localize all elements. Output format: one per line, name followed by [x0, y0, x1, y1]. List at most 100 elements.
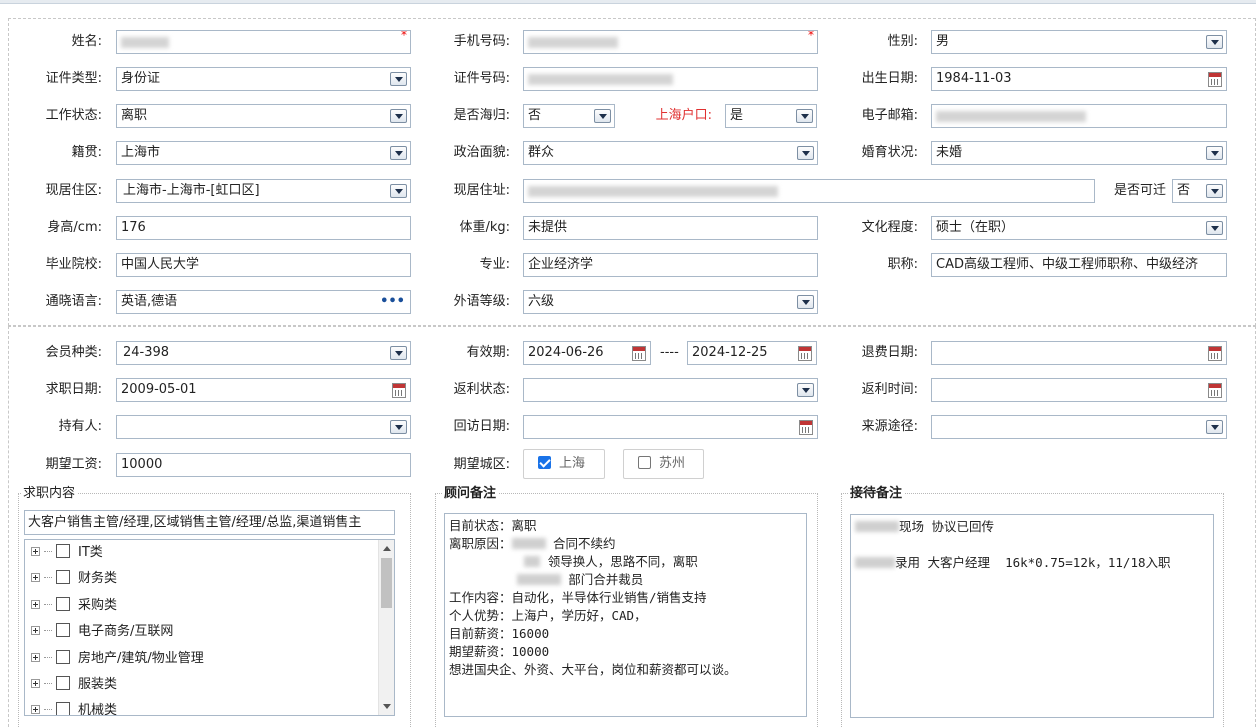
marital-select[interactable]: 未婚 — [931, 141, 1227, 165]
dropdown-arrow-icon[interactable] — [390, 109, 407, 123]
political-select[interactable]: 群众 — [523, 141, 818, 165]
major-input[interactable]: 企业经济学 — [523, 253, 818, 277]
expand-icon[interactable] — [31, 653, 40, 662]
source-select[interactable] — [931, 415, 1227, 439]
rebate-time-input[interactable] — [931, 378, 1227, 402]
id-number-input[interactable] — [523, 67, 818, 91]
checkbox-icon[interactable] — [56, 597, 70, 611]
dropdown-arrow-icon[interactable] — [390, 72, 407, 86]
rebate-status-select[interactable] — [523, 378, 818, 402]
expand-icon[interactable] — [31, 626, 40, 635]
political-label: 政治面貌: — [453, 145, 510, 160]
checkbox-icon[interactable] — [56, 676, 70, 690]
phone-label: 手机号码: — [453, 34, 510, 49]
phone-input[interactable]: * — [523, 30, 818, 54]
city-option-shanghai[interactable]: 上海 — [523, 449, 605, 479]
calendar-icon[interactable] — [392, 383, 406, 398]
note-text: 工作内容：自动化，半导体行业销售/销售支持 — [449, 590, 707, 605]
more-icon[interactable]: ••• — [380, 291, 405, 313]
visit-date-input[interactable] — [523, 415, 818, 439]
marital-label: 婚育状况: — [861, 145, 918, 160]
school-input[interactable]: 中国人民大学 — [116, 253, 411, 277]
address-input[interactable] — [523, 179, 1095, 203]
dropdown-arrow-icon[interactable] — [797, 146, 814, 160]
validity-start-input[interactable]: 2024-06-26 — [523, 341, 651, 365]
calendar-icon[interactable] — [1208, 346, 1222, 361]
job-category-tree[interactable]: IT类 财务类 采购类 电子商务/互联网 房地产/建筑/物业管理 服装类 机械类 — [24, 539, 395, 716]
note-text: 期望薪资：10000 — [449, 644, 550, 659]
note-line: 目前状态：离职 — [449, 517, 802, 535]
job-date-input[interactable]: 2009-05-01 — [116, 378, 411, 402]
expected-salary-input[interactable]: 10000 — [116, 453, 411, 477]
title-input[interactable]: CAD高级工程师、中级工程师职称、中级经济 — [931, 253, 1227, 277]
expand-icon[interactable] — [31, 679, 40, 688]
reception-notes-textarea[interactable]: 现场 协议已回传 录用 大客户经理 16k*0.75=12k，11/18入职 — [850, 514, 1214, 718]
expand-icon[interactable] — [31, 573, 40, 582]
education-select[interactable]: 硕士（在职） — [931, 216, 1227, 240]
hukou-select[interactable]: 是 — [725, 104, 817, 128]
dropdown-arrow-icon[interactable] — [1206, 420, 1223, 434]
relocatable-select[interactable]: 否 — [1172, 179, 1227, 203]
calendar-icon[interactable] — [798, 346, 812, 361]
tree-item[interactable]: 财务类 — [31, 569, 117, 589]
dropdown-arrow-icon[interactable] — [594, 109, 611, 123]
checkbox-icon[interactable] — [56, 650, 70, 664]
tree-item[interactable]: 房地产/建筑/物业管理 — [31, 649, 204, 669]
city-option-suzhou[interactable]: 苏州 — [623, 449, 704, 479]
calendar-icon[interactable] — [799, 420, 813, 435]
scroll-thumb[interactable] — [381, 558, 392, 608]
scroll-up-arrow-icon[interactable] — [383, 546, 391, 551]
expand-icon[interactable] — [31, 705, 40, 714]
checkbox-checked-icon[interactable] — [538, 456, 551, 469]
tree-scrollbar[interactable] — [378, 540, 394, 715]
checkbox-icon[interactable] — [56, 702, 70, 715]
checkbox-icon[interactable] — [56, 570, 70, 584]
tree-connector — [44, 657, 52, 658]
scroll-down-arrow-icon[interactable] — [383, 704, 391, 709]
birth-date-input[interactable]: 1984-11-03 — [931, 67, 1227, 91]
gender-select[interactable]: 男 — [931, 30, 1227, 54]
calendar-icon[interactable] — [632, 346, 646, 361]
checkbox-icon[interactable] — [56, 544, 70, 558]
work-status-select[interactable]: 离职 — [116, 104, 411, 128]
holder-select[interactable] — [116, 415, 411, 439]
dropdown-arrow-icon[interactable] — [1206, 146, 1223, 160]
dropdown-arrow-icon[interactable] — [390, 420, 407, 434]
checkbox-icon[interactable] — [56, 623, 70, 637]
tree-item[interactable]: IT类 — [31, 543, 103, 563]
tree-item[interactable]: 机械类 — [31, 701, 117, 715]
checkbox-icon[interactable] — [638, 456, 651, 469]
dropdown-arrow-icon[interactable] — [797, 383, 814, 397]
id-type-select[interactable]: 身份证 — [116, 67, 411, 91]
languages-input[interactable]: 英语,德语 ••• — [116, 290, 411, 314]
refund-date-input[interactable] — [931, 341, 1227, 365]
tree-item[interactable]: 电子商务/互联网 — [31, 622, 173, 642]
expand-icon[interactable] — [31, 547, 40, 556]
calendar-icon[interactable] — [1208, 383, 1222, 398]
member-type-select[interactable]: 24-398 — [116, 341, 411, 365]
tree-item[interactable]: 服装类 — [31, 675, 117, 695]
dropdown-arrow-icon[interactable] — [1206, 221, 1223, 235]
weight-input[interactable]: 未提供 — [523, 216, 818, 240]
dropdown-arrow-icon[interactable] — [796, 109, 813, 123]
advisor-notes-textarea[interactable]: 目前状态：离职 离职原因： 合同不续约 领导换人，思路不同，离职 部门合并裁员 工作… — [444, 513, 807, 717]
dropdown-arrow-icon[interactable] — [1206, 35, 1223, 49]
native-place-select[interactable]: 上海市 — [116, 141, 411, 165]
validity-end-input[interactable]: 2024-12-25 — [687, 341, 817, 365]
residence-area-select[interactable]: 上海市-上海市-[虹口区] — [116, 179, 411, 203]
calendar-icon[interactable] — [1208, 72, 1222, 87]
dropdown-arrow-icon[interactable] — [1206, 184, 1223, 198]
dropdown-arrow-icon[interactable] — [390, 184, 407, 198]
overseas-select[interactable]: 否 — [523, 104, 615, 128]
dropdown-arrow-icon[interactable] — [390, 346, 407, 360]
height-input[interactable]: 176 — [116, 216, 411, 240]
tree-item[interactable]: 采购类 — [31, 596, 117, 616]
dropdown-arrow-icon[interactable] — [797, 295, 814, 309]
job-content-input[interactable]: 大客户销售主管/经理,区域销售主管/经理/总监,渠道销售主 — [24, 510, 395, 535]
expand-icon[interactable] — [31, 600, 40, 609]
dropdown-arrow-icon[interactable] — [390, 146, 407, 160]
language-level-select[interactable]: 六级 — [523, 290, 818, 314]
name-input[interactable]: * — [116, 30, 411, 54]
holder-label: 持有人: — [58, 419, 102, 434]
email-input[interactable] — [931, 104, 1227, 128]
